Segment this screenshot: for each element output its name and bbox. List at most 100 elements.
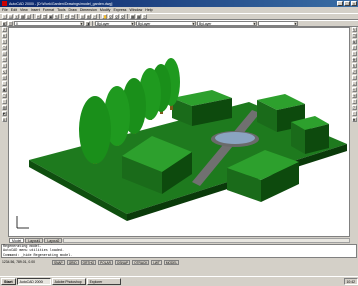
fillet-icon[interactable]: ◜ xyxy=(351,111,357,116)
rotate-icon[interactable]: ↻ xyxy=(351,63,357,68)
plotstyle-dropdown[interactable]: ▼ xyxy=(258,21,298,26)
system-clock: 10:42 xyxy=(343,278,358,285)
tab-model[interactable]: Model xyxy=(9,237,25,243)
taskbar-item-explorer[interactable]: Explorer xyxy=(86,278,121,285)
lwt-toggle[interactable]: LWT xyxy=(151,259,162,265)
properties-icon[interactable]: ▦ xyxy=(130,14,135,19)
match-properties-icon[interactable]: ✎ xyxy=(54,14,59,19)
osnap-toggle[interactable]: OSNAP xyxy=(114,259,131,265)
toolbar-separator xyxy=(127,14,128,19)
tree-canopy xyxy=(79,96,111,164)
properties-toolbar: ◧ ◫ 0 ▼ ◨ ByLayer ▼ ByLayer ▼ ByLayer ▼ … xyxy=(0,20,358,27)
spline-icon[interactable]: ∿ xyxy=(1,69,7,74)
new-icon[interactable]: ▫ xyxy=(2,14,7,19)
ellipse-arc-icon[interactable]: ◡ xyxy=(1,81,7,86)
chamfer-icon[interactable]: ◸ xyxy=(351,105,357,110)
menu-window[interactable]: Window xyxy=(129,8,142,12)
layer-dropdown[interactable]: 0 ▼ xyxy=(14,21,84,26)
ucs-icon[interactable]: ⌐ xyxy=(92,14,97,19)
minimize-button[interactable]: _ xyxy=(337,1,343,6)
menu-dimension[interactable]: Dimension xyxy=(80,8,97,12)
snap-toggle[interactable]: SNAP xyxy=(52,259,65,265)
design-center-icon[interactable]: ▩ xyxy=(136,14,141,19)
pan-icon[interactable]: ✋ xyxy=(102,14,107,19)
otrack-toggle[interactable]: OTRACK xyxy=(132,259,150,265)
preview-icon[interactable]: ◎ xyxy=(26,14,31,19)
erase-icon[interactable]: ✎ xyxy=(351,27,357,32)
print-icon[interactable]: ▤ xyxy=(20,14,25,19)
construction-line-icon[interactable]: ✕ xyxy=(1,33,7,38)
ortho-toggle[interactable]: ORTHO xyxy=(80,259,97,265)
hyperlink-icon[interactable]: ∞ xyxy=(80,14,85,19)
rectangle-icon[interactable]: ▭ xyxy=(1,51,7,56)
point-icon[interactable]: · xyxy=(1,99,7,104)
app-window: AutoCAD 2000i - [D:\Work\Garden\Drawings… xyxy=(0,0,358,286)
start-button[interactable]: Start xyxy=(1,278,16,285)
tab-layout1[interactable]: Layout1 xyxy=(25,237,44,243)
make-layer-current-icon[interactable]: ◧ xyxy=(2,21,7,26)
polyline-icon[interactable]: ⌇ xyxy=(1,39,7,44)
copy-icon[interactable]: ❐ xyxy=(42,14,47,19)
close-button[interactable]: × xyxy=(351,1,357,6)
zoom-previous-icon[interactable]: ⚲ xyxy=(120,14,125,19)
menu-edit[interactable]: Edit xyxy=(11,8,17,12)
mtext-icon[interactable]: A xyxy=(1,117,7,122)
layer-previous-icon[interactable]: ◨ xyxy=(85,21,90,26)
hatch-icon[interactable]: ▨ xyxy=(1,105,7,110)
mirror-icon[interactable]: ⇋ xyxy=(351,39,357,44)
drawing-viewport[interactable] xyxy=(8,27,350,237)
arc-icon[interactable]: ◠ xyxy=(1,57,7,62)
array-icon[interactable]: ⁘ xyxy=(351,51,357,56)
move-icon[interactable]: ✥ xyxy=(351,57,357,62)
command-line-window[interactable]: Regenerating model. AutoCAD menu utiliti… xyxy=(1,244,357,258)
layers-icon[interactable]: ◫ xyxy=(8,21,13,26)
paste-icon[interactable]: ▣ xyxy=(48,14,53,19)
polygon-icon[interactable]: ⬡ xyxy=(1,45,7,50)
menu-file[interactable]: File xyxy=(2,8,8,12)
insert-block-icon[interactable]: ▣ xyxy=(1,87,7,92)
toolbar-separator xyxy=(61,14,62,19)
undo-icon[interactable]: ↶ xyxy=(64,14,69,19)
copy-object-icon[interactable]: ❐ xyxy=(351,33,357,38)
explode-icon[interactable]: ✱ xyxy=(351,117,357,122)
menu-insert[interactable]: Insert xyxy=(31,8,40,12)
zoom-realtime-icon[interactable]: ⚲ xyxy=(108,14,113,19)
taskbar-item-photoshop[interactable]: Adobe Photoshop xyxy=(51,278,86,285)
lengthen-icon[interactable]: ↔ xyxy=(351,81,357,86)
region-icon[interactable]: ◩ xyxy=(1,111,7,116)
menu-express[interactable]: Express xyxy=(113,8,126,12)
color-dropdown[interactable]: ByLayer ▼ xyxy=(95,21,135,26)
menu-view[interactable]: View xyxy=(20,8,28,12)
horizontal-scrollbar[interactable] xyxy=(63,237,350,243)
redo-icon[interactable]: ↷ xyxy=(70,14,75,19)
lineweight-dropdown[interactable]: ByLayer ▼ xyxy=(197,21,257,26)
zoom-window-icon[interactable]: ⚲ xyxy=(114,14,119,19)
stretch-icon[interactable]: ⇔ xyxy=(351,75,357,80)
break-icon[interactable]: ⋮ xyxy=(351,99,357,104)
open-icon[interactable]: ▭ xyxy=(8,14,13,19)
menu-modify[interactable]: Modify xyxy=(100,8,111,12)
menu-help[interactable]: Help xyxy=(145,8,152,12)
offset-icon[interactable]: ⫽ xyxy=(351,45,357,50)
ellipse-icon[interactable]: ⬭ xyxy=(1,75,7,80)
menu-draw[interactable]: Draw xyxy=(69,8,77,12)
menu-tools[interactable]: Tools xyxy=(57,8,65,12)
line-icon[interactable]: ╱ xyxy=(1,27,7,32)
cut-icon[interactable]: ✂ xyxy=(36,14,41,19)
maximize-button[interactable]: □ xyxy=(344,1,350,6)
linetype-dropdown[interactable]: ByLayer ▼ xyxy=(136,21,196,26)
make-block-icon[interactable]: ▢ xyxy=(1,93,7,98)
extend-icon[interactable]: ⇥ xyxy=(351,93,357,98)
trim-icon[interactable]: ✂ xyxy=(351,87,357,92)
save-icon[interactable]: ▪ xyxy=(14,14,19,19)
model-toggle[interactable]: MODEL xyxy=(163,259,180,265)
circle-icon[interactable]: ○ xyxy=(1,63,7,68)
taskbar-item-autocad[interactable]: AutoCAD 2000i xyxy=(16,278,51,285)
tracking-icon[interactable]: ⊕ xyxy=(86,14,91,19)
menu-format[interactable]: Format xyxy=(43,8,54,12)
help-icon[interactable]: ? xyxy=(142,14,147,19)
tab-layout2[interactable]: Layout2 xyxy=(44,237,63,243)
scale-icon[interactable]: ⤢ xyxy=(351,69,357,74)
grid-toggle[interactable]: GRID xyxy=(66,259,79,265)
polar-toggle[interactable]: POLAR xyxy=(98,259,113,265)
